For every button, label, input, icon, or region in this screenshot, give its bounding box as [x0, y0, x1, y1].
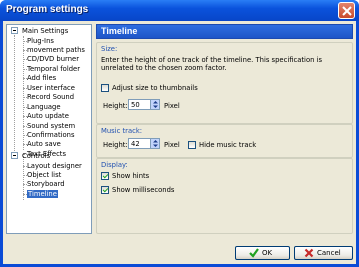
cancel-x-icon — [304, 248, 314, 258]
ok-button-label: OK — [262, 249, 273, 257]
settings-window: Program settings Main Settings Plug-Ins m… — [0, 0, 359, 267]
show-hints-label: Show hints — [112, 172, 150, 180]
tree-line — [23, 87, 27, 89]
tree-line — [23, 116, 27, 118]
tree-line — [23, 135, 27, 136]
tree-line — [23, 49, 27, 51]
tree-item-label: Auto update — [27, 112, 69, 121]
tree-item-label: Plug-Ins — [27, 36, 54, 45]
tree-item-label: movement paths — [27, 45, 85, 54]
music-height-label: Height: — [103, 141, 128, 149]
show-hints-checkbox[interactable] — [101, 172, 109, 180]
music-track-group: Music track: Height: 42 Pixel Hide music… — [96, 124, 353, 158]
size-group-label: Size: — [101, 45, 118, 53]
tree-line — [23, 125, 27, 127]
music-unit: Pixel — [164, 141, 180, 149]
collapse-icon[interactable] — [11, 27, 18, 34]
tree-line — [23, 193, 27, 195]
tree-node-controls[interactable]: Controls — [11, 151, 50, 161]
show-milliseconds-checkbox[interactable] — [101, 186, 109, 194]
tree-item-label: Auto save — [27, 140, 61, 149]
adjust-size-label: Adjust size to thumbnails — [112, 84, 198, 92]
spinner-arrows-icon[interactable] — [150, 139, 159, 148]
tree-line — [23, 106, 27, 108]
panel-title: Timeline — [101, 26, 138, 36]
tree-item-label: CD/DVD burner — [27, 55, 80, 64]
size-description: Enter the height of one track of the tim… — [101, 56, 322, 72]
size-height-label: Height: — [103, 102, 128, 110]
tree-item-label: User interface — [27, 83, 75, 92]
checkmark-icon — [249, 248, 259, 258]
tree-item-label: Sound system — [27, 121, 76, 130]
music-height-value: 42 — [131, 140, 140, 148]
cancel-button[interactable]: Cancel — [294, 246, 353, 260]
panel-header: Timeline — [96, 24, 353, 39]
tree-line — [23, 68, 27, 70]
close-icon — [342, 6, 352, 16]
tree-line — [23, 59, 27, 61]
tree-item-label: Timeline — [27, 189, 58, 198]
tree-item-label: Storyboard — [27, 180, 65, 189]
tree-item[interactable]: Timeline — [23, 189, 58, 199]
hide-music-checkbox[interactable] — [188, 141, 196, 149]
ok-button[interactable]: OK — [235, 246, 290, 260]
dialog-body: Main Settings Plug-Ins movement paths CD/D… — [3, 21, 356, 264]
cancel-button-label: Cancel — [317, 249, 341, 257]
size-height-value: 50 — [131, 101, 140, 109]
window-title: Program settings — [6, 4, 89, 15]
tree-node-main-settings[interactable]: Main Settings — [11, 26, 68, 36]
collapse-icon[interactable] — [11, 152, 18, 159]
tree-line — [23, 36, 24, 150]
tree-line — [23, 165, 27, 167]
close-button[interactable] — [338, 2, 355, 19]
music-height-spinner[interactable]: 42 — [128, 138, 160, 149]
size-height-spinner[interactable]: 50 — [128, 99, 160, 110]
hide-music-label: Hide music track — [199, 141, 257, 149]
tree-line — [23, 78, 27, 80]
tree-item-label: Layout designer — [27, 161, 82, 170]
size-group: Size: Enter the height of one track of t… — [96, 42, 353, 124]
spinner-arrows-icon[interactable] — [150, 100, 159, 109]
title-bar[interactable]: Program settings — [0, 0, 359, 21]
show-milliseconds-label: Show milliseconds — [112, 186, 175, 194]
display-group: Display: Show hints Show milliseconds — [96, 158, 353, 234]
display-group-label: Display: — [101, 161, 128, 169]
tree-line — [23, 40, 27, 42]
tree-item-label: Language — [27, 102, 61, 111]
tree-line — [14, 35, 15, 155]
music-group-label: Music track: — [101, 127, 143, 135]
settings-tree[interactable]: Main Settings Plug-Ins movement paths CD/D… — [6, 24, 92, 234]
tree-line — [23, 184, 27, 186]
tree-line — [23, 174, 27, 176]
adjust-size-checkbox[interactable] — [101, 84, 109, 92]
tree-line — [23, 97, 27, 99]
tree-item-label: Temporal folder — [27, 64, 81, 73]
tree-item-label: Record Sound — [27, 93, 75, 102]
tree-item-label: Object list — [27, 170, 62, 179]
tree-line — [23, 144, 27, 146]
tree-item-label: Add files — [27, 74, 57, 83]
size-unit: Pixel — [164, 102, 180, 110]
tree-item-label: Confirmations — [27, 131, 75, 139]
